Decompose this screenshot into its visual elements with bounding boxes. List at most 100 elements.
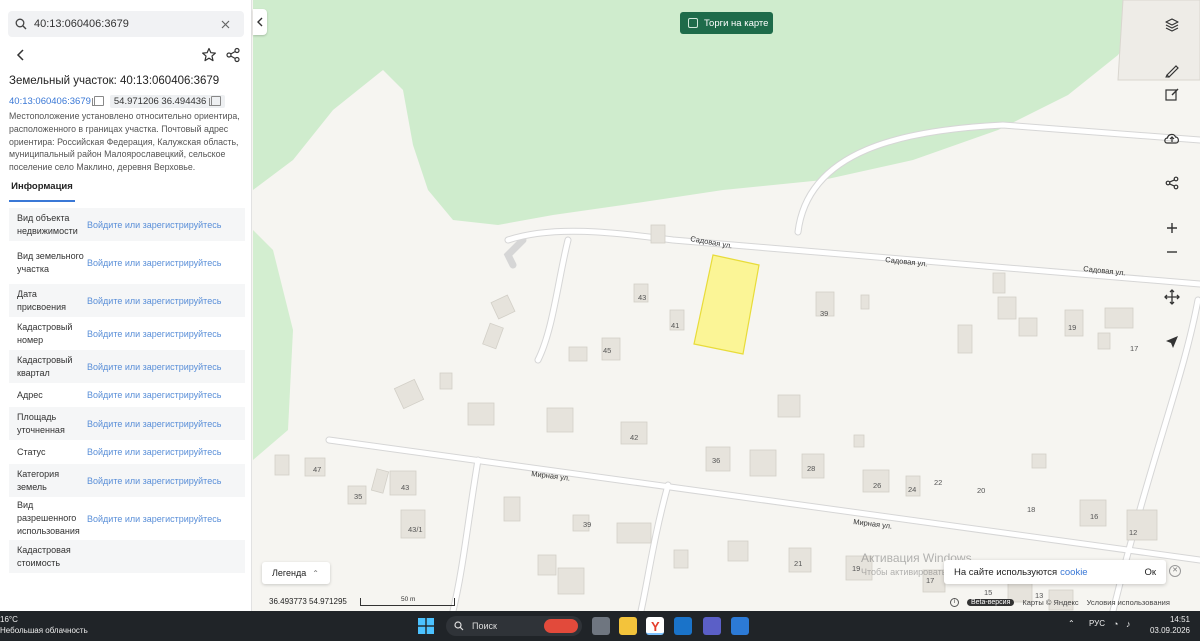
collapse-panel-button[interactable] (253, 9, 267, 35)
building (537, 554, 557, 576)
terms-link[interactable]: Условия использования (1087, 598, 1170, 607)
share-icon[interactable] (1159, 170, 1185, 196)
close-icon[interactable]: ✕ (1169, 565, 1181, 577)
house-number-label: 19 (1068, 323, 1076, 332)
info-row: Кадастровая стоимость (9, 540, 245, 573)
info-icon[interactable]: i (950, 597, 959, 607)
info-row: Вид земельного участка Войдите или зареги… (9, 241, 245, 284)
move-icon[interactable] (1159, 284, 1185, 310)
edit-icon[interactable] (1159, 81, 1185, 107)
info-row: Кадастровый квартал Войдите или зарегистр… (9, 350, 245, 383)
login-link[interactable]: Войдите или зарегистрируйтесь (87, 419, 221, 429)
page-title: Земельный участок: 40:13:060406:3679 (9, 75, 220, 87)
map-canvas[interactable]: Садовая ул. Садовая ул. Садовая ул. Мирн… (253, 0, 1200, 611)
login-link[interactable]: Войдите или зарегистрируйтесь (87, 514, 221, 524)
building (673, 549, 689, 569)
road (503, 236, 527, 269)
info-row-label: Вид земельного участка (17, 250, 84, 274)
volume-icon[interactable]: ♪ (1126, 619, 1131, 629)
auctions-on-map-toggle[interactable]: Торги на карте (680, 12, 773, 34)
login-link[interactable]: Войдите или зарегистрируйтесь (87, 447, 221, 457)
copy-icon[interactable] (209, 96, 222, 106)
scale-bar: 50 m (360, 596, 455, 606)
building (1097, 332, 1111, 350)
zoom-out-icon[interactable] (1159, 239, 1185, 265)
coordinates-value: 54.971206 36.494436 (113, 95, 207, 107)
star-icon[interactable] (200, 46, 218, 64)
cadastral-number-link[interactable]: 40:13:060406:3679 (9, 96, 91, 107)
login-link[interactable]: Войдите или зарегистрируйтесь (87, 476, 221, 486)
house-number-label: 19 (852, 564, 860, 573)
windows-start-icon[interactable] (418, 618, 434, 634)
system-clock[interactable]: 14:51 03.09.2026 (1148, 614, 1190, 636)
teams-icon[interactable] (703, 617, 721, 635)
close-icon[interactable] (212, 11, 238, 37)
forest-area (253, 230, 293, 460)
sidebar-panel: Земельный участок: 40:13:060406:3679 40:… (0, 0, 252, 611)
login-link[interactable]: Войдите или зарегистрируйтесь (87, 390, 221, 400)
language-indicator[interactable]: РУС (1089, 619, 1105, 628)
back-icon[interactable] (12, 46, 30, 64)
weather-widget[interactable]: 16°C Небольшая облачность (0, 614, 88, 636)
ruler-icon[interactable] (1159, 57, 1185, 83)
building (439, 372, 453, 390)
cookie-text: На сайте используются (954, 566, 1058, 578)
house-number-label: 17 (926, 576, 934, 585)
info-row-label: Вид разрешенного использования (17, 500, 80, 536)
task-view-icon[interactable] (592, 617, 610, 635)
beta-badge[interactable]: Beta-версия (967, 598, 1015, 606)
maps-attribution[interactable]: Карты © Яндекс (1022, 598, 1078, 607)
cursor-coordinates: 36.493773 54.971295 (269, 597, 347, 606)
taskbar-search-label: Поиск (472, 621, 497, 631)
chevron-up-icon[interactable]: ⌃ (1068, 619, 1075, 628)
search-highlight-icon (544, 619, 578, 633)
cookie-ok-button[interactable]: Ок (1144, 567, 1156, 578)
info-row: Вид разрешенного использования Войдите ил… (9, 497, 245, 540)
building (503, 496, 521, 522)
tab-information[interactable]: Информация (9, 181, 75, 202)
house-number-label: 17 (1130, 344, 1138, 353)
street-label-sadovaya: Садовая ул. (690, 234, 733, 250)
building (1104, 307, 1134, 329)
search-bar[interactable] (8, 11, 244, 37)
house-number-label: 20 (977, 486, 985, 495)
search-input[interactable] (34, 18, 212, 30)
zoom-in-icon[interactable] (1159, 215, 1185, 241)
yandex-browser-icon[interactable]: Y (646, 617, 664, 635)
search-icon (454, 621, 464, 631)
file-explorer-icon[interactable] (619, 617, 637, 635)
login-link[interactable]: Войдите или зарегистрируйтесь (87, 329, 221, 339)
login-link[interactable]: Войдите или зарегистрируйтесь (87, 220, 221, 230)
taskbar-search[interactable]: Поиск (446, 616, 582, 636)
login-link[interactable]: Войдите или зарегистрируйтесь (87, 258, 221, 268)
clock-date: 03.09.2026 (1149, 626, 1190, 635)
coordinates-badge[interactable]: 54.971206 36.494436 (109, 94, 226, 108)
building (490, 294, 516, 320)
locate-icon[interactable] (1159, 329, 1185, 355)
house-number-label: 42 (630, 433, 638, 442)
layers-icon[interactable] (1159, 12, 1185, 38)
building (557, 567, 585, 595)
house-number-label: 39 (820, 309, 828, 318)
cookie-link[interactable]: cookie (1060, 567, 1087, 578)
house-number-label: 45 (603, 346, 611, 355)
building (568, 346, 588, 362)
svg-text:Y: Y (651, 619, 660, 634)
network-icon[interactable]: ◔ (1113, 619, 1118, 629)
selected-parcel (693, 254, 760, 355)
house-number-label: 18 (1027, 505, 1035, 514)
copy-icon[interactable] (91, 96, 104, 106)
building (992, 272, 1006, 294)
outlook-icon[interactable] (674, 617, 692, 635)
login-link[interactable]: Войдите или зарегистрируйтесь (87, 362, 221, 372)
info-row-label: Адрес (17, 389, 43, 400)
info-row-label: Вид объекта недвижимости (17, 212, 78, 236)
login-link[interactable]: Войдите или зарегистрируйтесь (87, 296, 221, 306)
checkbox[interactable] (688, 18, 698, 28)
share-icon[interactable] (224, 46, 242, 64)
info-row: Вид объекта недвижимости Войдите или заре… (9, 208, 245, 241)
legend-button[interactable]: Легенда ⌃ (262, 562, 330, 584)
store-icon[interactable] (731, 617, 749, 635)
upload-icon[interactable] (1159, 125, 1185, 151)
info-row-label: Категория земель (17, 468, 60, 492)
